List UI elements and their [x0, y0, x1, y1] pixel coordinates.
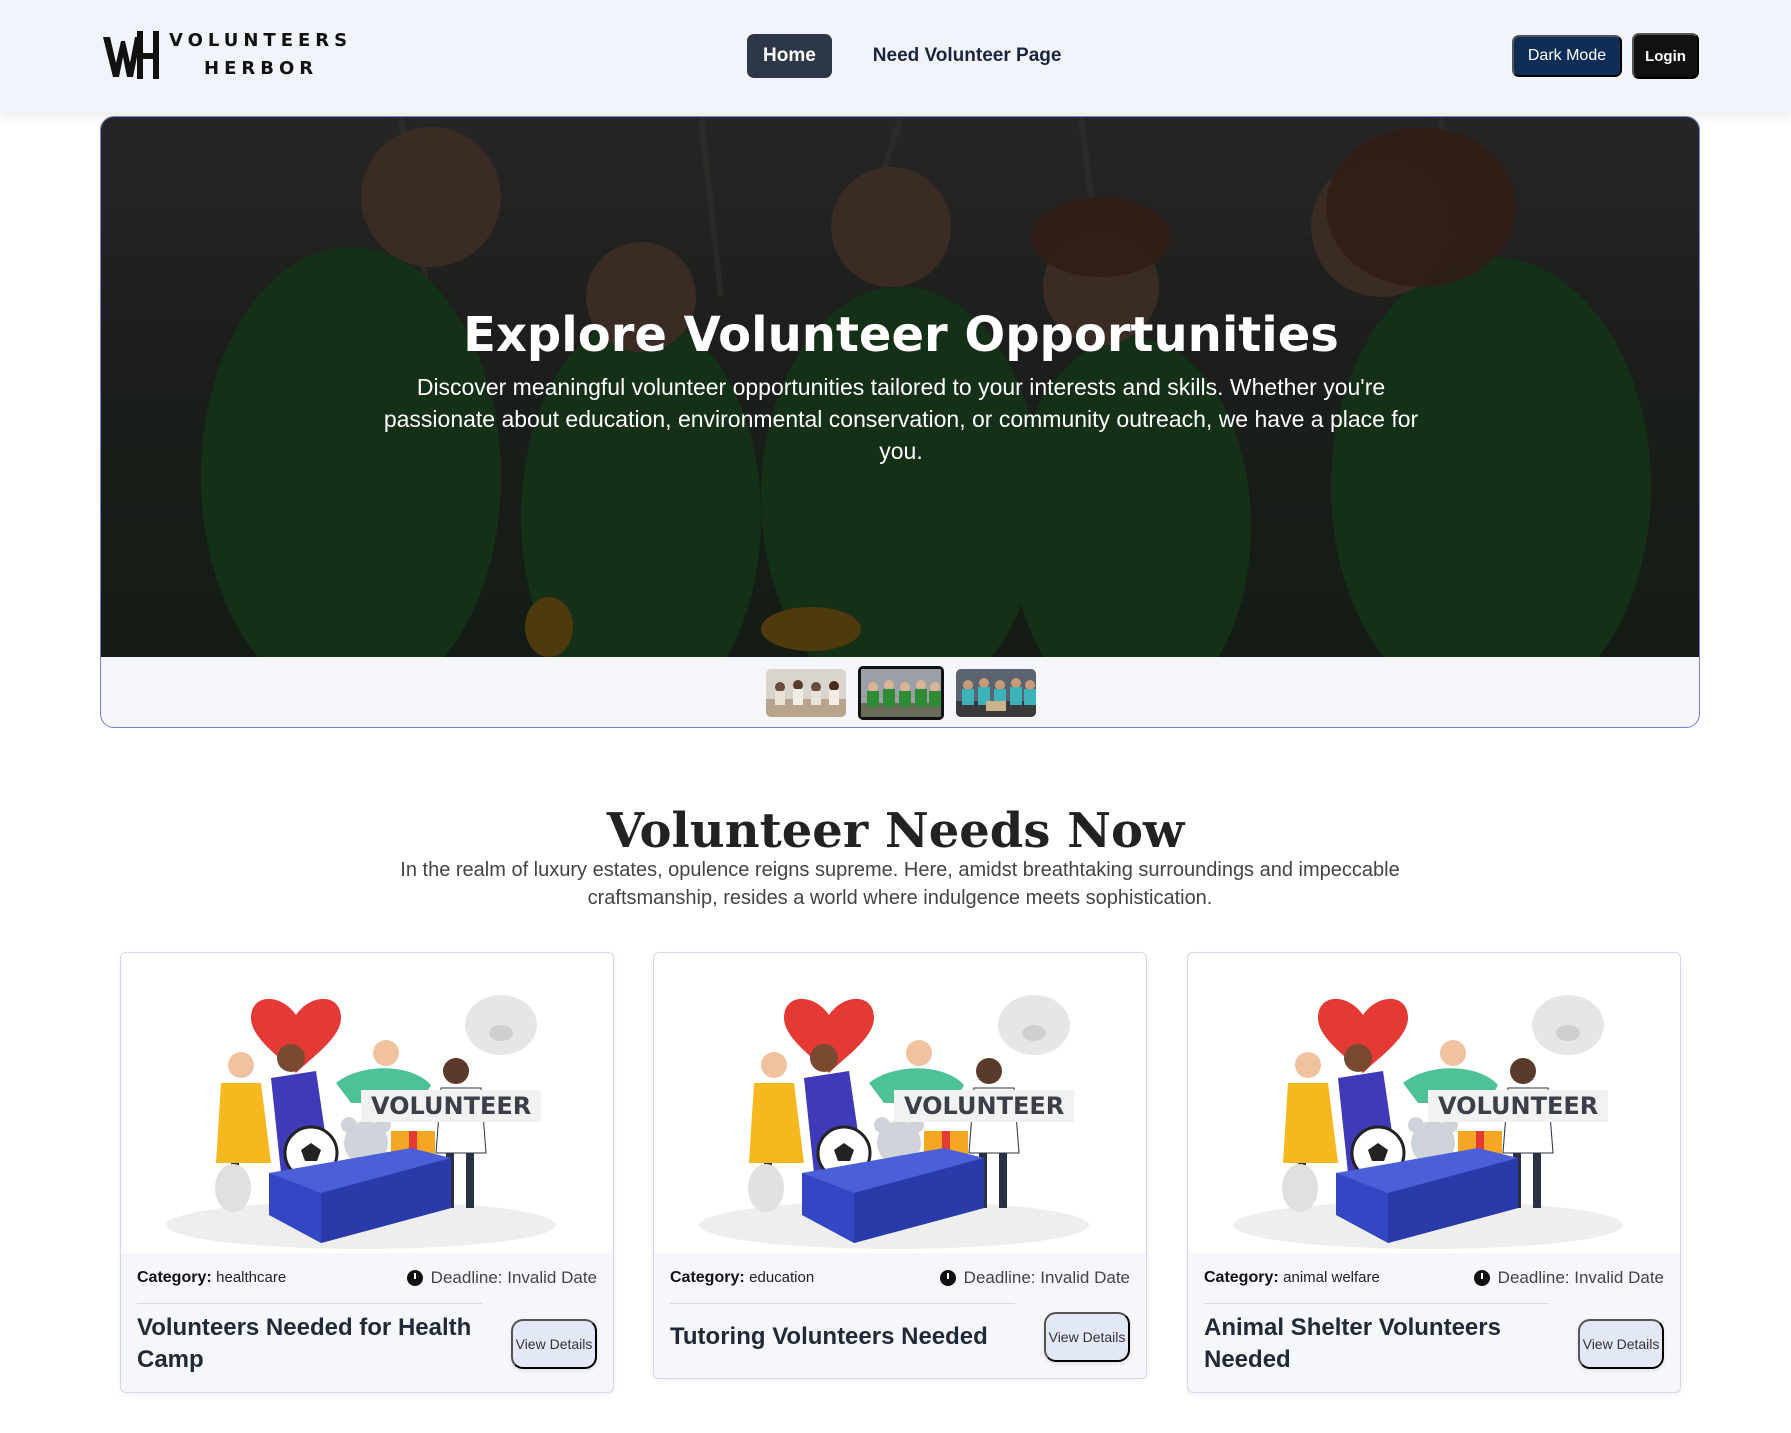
category-value: healthcare [216, 1269, 287, 1286]
card-title: Volunteers Needed for Health Camp [137, 1314, 472, 1373]
clock-icon [939, 1270, 956, 1286]
section-description: In the realm of luxury estates, opulence… [400, 859, 1400, 909]
card-category: Category: education [670, 1269, 814, 1287]
card-illustration: VOLUNTEER [654, 953, 1146, 1253]
card-meta: Category: healthcare Deadline: Invalid Da… [121, 1253, 613, 1303]
card-deadline: Deadline: Invalid Date [406, 1268, 597, 1288]
card-deadline: Deadline: Invalid Date [939, 1268, 1130, 1288]
card-body: Volunteers Needed for Health Camp View De… [121, 1304, 613, 1392]
login-button[interactable]: Login [1632, 33, 1699, 79]
hero-carousel: Explore Volunteer Opportunities Discover… [100, 116, 1700, 728]
navbar: VOLUNTEERS HERBOR Home Need Volunteer Pa… [0, 0, 1791, 113]
card-title: Tutoring Volunteers Needed [670, 1323, 988, 1350]
card-meta: Category: animal welfare Deadline: Invali… [1188, 1253, 1680, 1303]
card-body: Tutoring Volunteers Needed View Details [654, 1304, 1146, 1378]
carousel-thumbnails [101, 657, 1699, 727]
deadline-text: Deadline: Invalid Date [430, 1268, 597, 1287]
category-value: education [749, 1269, 815, 1286]
card-category: Category: healthcare [137, 1269, 286, 1287]
category-value: animal welfare [1283, 1269, 1380, 1286]
category-label: Category: [137, 1269, 212, 1286]
illustration-label: VOLUNTEER [361, 1090, 542, 1122]
hero-description: Discover meaningful volunteer opportunit… [383, 374, 1419, 464]
carousel-thumbnail-2[interactable] [858, 666, 944, 720]
deadline-text: Deadline: Invalid Date [1497, 1268, 1664, 1287]
deadline-text: Deadline: Invalid Date [963, 1268, 1130, 1287]
card-title: Animal Shelter Volunteers Needed [1204, 1314, 1501, 1373]
brand-line1: VOLUNTEERS [169, 30, 353, 51]
brand-name: VOLUNTEERS HERBOR [169, 27, 352, 83]
nav-need-volunteer-link[interactable]: Need Volunteer Page [873, 45, 1062, 67]
clock-icon [406, 1270, 423, 1286]
card-illustration: VOLUNTEER [1188, 953, 1680, 1253]
volunteer-card: VOLUNTEER Category: healthcare Deadline: I… [120, 952, 614, 1393]
section-title: Volunteer Needs Now [606, 803, 1185, 859]
category-label: Category: [670, 1269, 745, 1286]
clock-icon [1473, 1270, 1490, 1286]
hero-title: Explore Volunteer Opportunities [463, 307, 1339, 363]
carousel-thumbnail-1[interactable] [766, 669, 846, 717]
card-meta: Category: education Deadline: Invalid Dat… [654, 1253, 1146, 1303]
dark-mode-button[interactable]: Dark Mode [1512, 35, 1622, 77]
illustration-label: VOLUNTEER [894, 1090, 1075, 1122]
card-category: Category: animal welfare [1204, 1269, 1380, 1287]
brand-logo[interactable]: VOLUNTEERS HERBOR [101, 27, 352, 83]
brand-line2: HERBOR [204, 58, 319, 79]
logo-mark-icon [103, 31, 159, 79]
card-body: Animal Shelter Volunteers Needed View Det… [1188, 1304, 1680, 1392]
card-illustration: VOLUNTEER [121, 953, 613, 1253]
thumbnail-3-image [956, 669, 1036, 717]
card-deadline: Deadline: Invalid Date [1473, 1268, 1664, 1288]
hero-slide-image: Explore Volunteer Opportunities Discover… [101, 117, 1699, 657]
nav-home-link[interactable]: Home [747, 34, 832, 78]
view-details-button[interactable]: View Details [1044, 1312, 1130, 1362]
main-nav: Home Need Volunteer Page [747, 34, 1061, 78]
category-label: Category: [1204, 1269, 1279, 1286]
view-details-button[interactable]: View Details [511, 1319, 597, 1369]
illustration-label: VOLUNTEER [1428, 1090, 1609, 1122]
thumbnail-2-image [861, 669, 941, 717]
view-details-button[interactable]: View Details [1578, 1319, 1664, 1369]
carousel-thumbnail-3[interactable] [956, 669, 1036, 717]
volunteer-card: VOLUNTEER Category: animal welfare Deadlin… [1187, 952, 1681, 1393]
volunteer-card: VOLUNTEER Category: education Deadline: In… [653, 952, 1147, 1379]
thumbnail-1-image [766, 669, 846, 717]
